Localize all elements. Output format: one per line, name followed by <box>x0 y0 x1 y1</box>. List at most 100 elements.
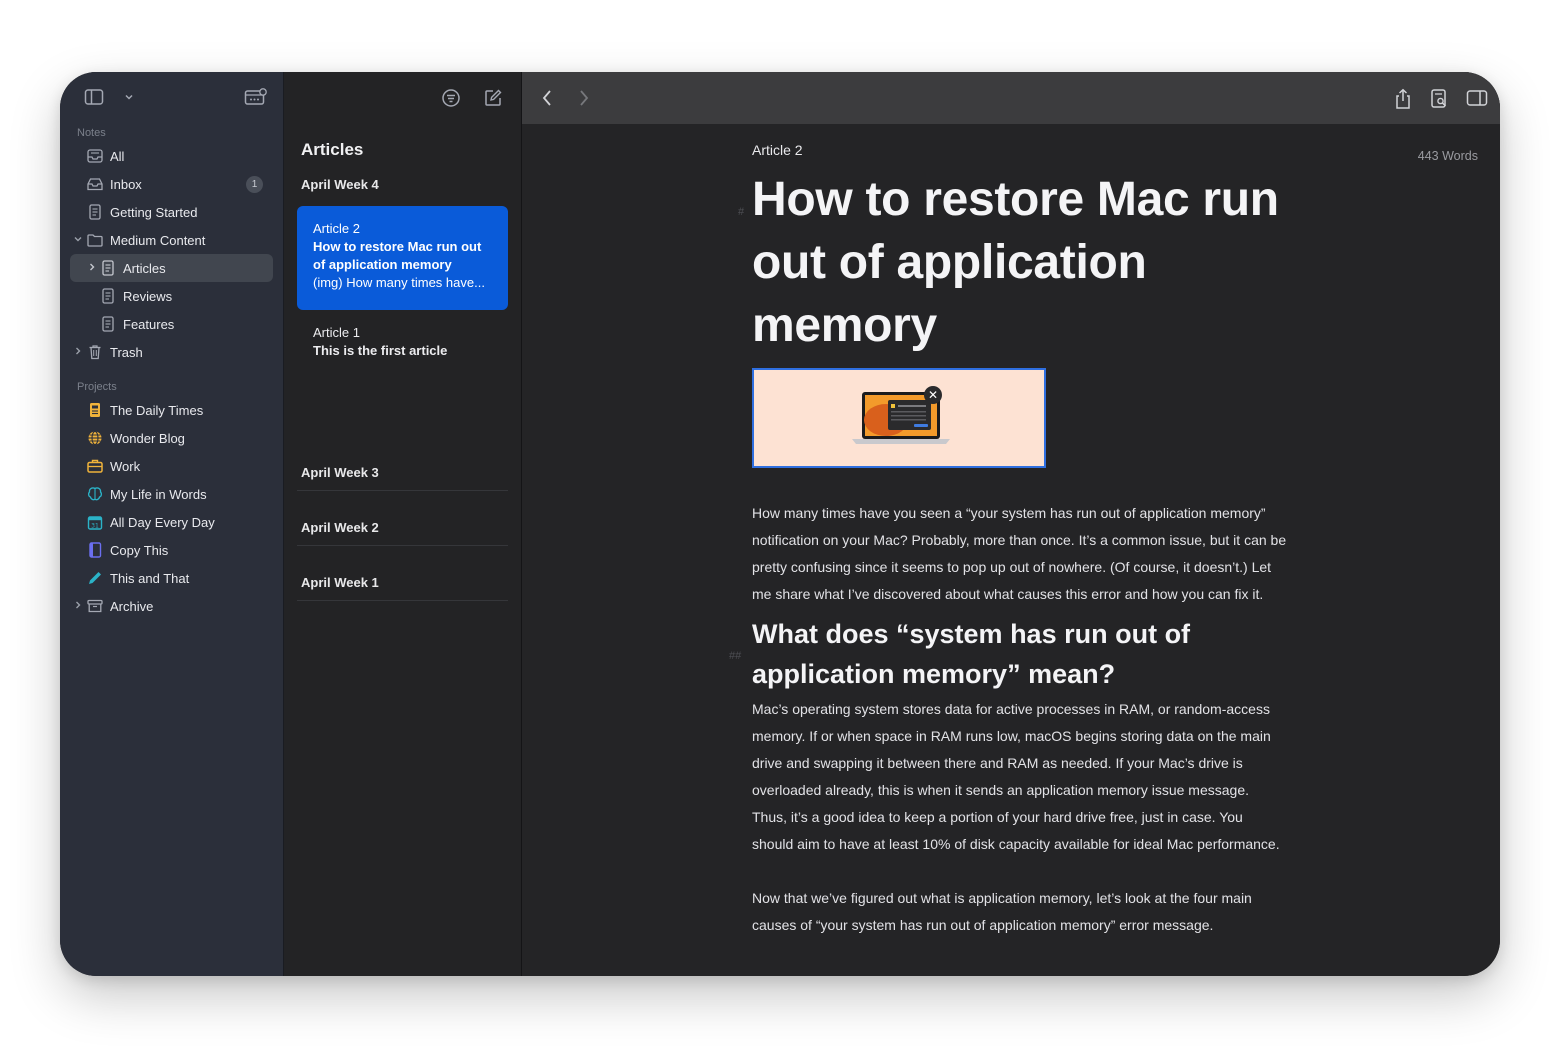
folder-icon <box>86 231 104 249</box>
note-card-article-2[interactable]: Article 2 How to restore Mac run out of … <box>297 206 508 310</box>
archive-box-icon <box>86 597 104 615</box>
document-icon <box>99 259 117 277</box>
sidebar-item-label: Copy This <box>110 542 169 558</box>
briefcase-icon <box>86 457 104 475</box>
note-subtitle: How to restore Mac run out of applicatio… <box>313 239 482 272</box>
note-breadcrumb: Article 2 <box>752 142 803 158</box>
sidebar-item-label: Wonder Blog <box>110 430 185 446</box>
group-header-april-week-2[interactable]: April Week 2 <box>297 491 508 546</box>
editor: 443 Words # ## Article 2 How to restore … <box>522 72 1500 976</box>
document-icon <box>99 287 117 305</box>
document-icon <box>99 315 117 333</box>
sidebar-item-label: All <box>110 148 125 164</box>
chevron-right-icon[interactable] <box>73 346 83 359</box>
group-label: April Week 2 <box>301 520 379 535</box>
inbox-count-badge: 1 <box>246 175 263 193</box>
sidebar-item-label: All Day Every Day <box>110 514 215 530</box>
group-header-april-week-1[interactable]: April Week 1 <box>297 546 508 601</box>
group-label: April Week 1 <box>301 575 379 590</box>
svg-text:31: 31 <box>91 522 99 529</box>
chevron-down-icon[interactable] <box>73 234 83 247</box>
note-preview: (img) How many times have... <box>313 275 485 290</box>
sidebar-item-all-day-every-day[interactable]: 31 All Day Every Day <box>70 508 273 536</box>
editor-toolbar <box>522 72 1500 124</box>
note-heading-2: What does “system has run out of applica… <box>752 619 1191 689</box>
chevron-right-icon[interactable] <box>87 262 97 275</box>
sidebar-item-articles[interactable]: Articles <box>70 254 273 282</box>
sidebar-item-all[interactable]: All <box>70 142 273 170</box>
sidebar-item-inbox[interactable]: Inbox 1 <box>70 170 273 198</box>
inbox-icon <box>86 175 104 193</box>
sidebar-item-trash[interactable]: Trash <box>70 338 273 366</box>
close-icon[interactable]: ✕ <box>924 386 942 404</box>
newspaper-icon <box>86 401 104 419</box>
sidebar-item-features[interactable]: Features <box>70 310 273 338</box>
filter-icon[interactable] <box>441 88 461 113</box>
note-title: Article 1 <box>313 325 360 340</box>
projects-section-label: Projects <box>77 381 117 393</box>
sidebar-item-label: Inbox <box>110 176 142 192</box>
trash-icon <box>86 343 104 361</box>
tray-icon <box>86 147 104 165</box>
sidebar-item-reviews[interactable]: Reviews <box>70 282 273 310</box>
sidebar-item-label: This and That <box>110 570 190 586</box>
sidebar-item-label: Archive <box>110 598 154 614</box>
share-icon[interactable] <box>1394 88 1412 115</box>
sidebar-item-label: Features <box>123 316 175 332</box>
sidebar-item-label: Articles <box>123 260 166 276</box>
notes-section-label: Notes <box>77 127 106 139</box>
globe-icon <box>86 429 104 447</box>
chevron-down-icon[interactable] <box>123 90 135 108</box>
note-list-toolbar <box>284 72 521 124</box>
heading-2-marker: ## <box>729 650 742 662</box>
document-search-icon[interactable] <box>1430 88 1448 115</box>
sidebar-item-label: Work <box>110 458 141 474</box>
word-count: 443 Words <box>1417 149 1478 163</box>
paragraph-2: Mac’s operating system stores data for a… <box>752 701 1280 852</box>
paragraph-1: How many times have you seen a “your sys… <box>752 505 1287 602</box>
heading-1-marker: # <box>738 206 745 218</box>
sidebar-item-label: Trash <box>110 344 143 360</box>
sidebar-item-wonder-blog[interactable]: Wonder Blog <box>70 424 273 452</box>
notebook-icon <box>86 541 104 559</box>
sidebar-item-label: Getting Started <box>110 204 198 220</box>
forward-chevron-icon[interactable] <box>577 88 591 113</box>
sidebar-item-getting-started[interactable]: Getting Started <box>70 198 273 226</box>
new-folder-icon[interactable] <box>244 88 268 111</box>
note-list: Articles April Week 4 Article 2 How to r… <box>284 72 522 976</box>
note-subtitle: This is the first article <box>313 343 448 358</box>
note-card-article-1[interactable]: Article 1 This is the first article <box>297 310 508 422</box>
editor-content[interactable]: Article 2 How to restore Mac run out of … <box>752 142 1287 939</box>
calendar-icon: 31 <box>86 513 104 531</box>
paragraph-3: Now that we’ve figured out what is appli… <box>752 890 1252 933</box>
brain-icon <box>86 485 104 503</box>
embedded-image[interactable]: ✕ <box>752 368 1046 468</box>
sidebar-item-label: My Life in Words <box>110 486 207 502</box>
group-header-april-week-3[interactable]: April Week 3 <box>297 436 508 491</box>
sidebar-item-label: The Daily Times <box>110 402 204 418</box>
sidebar-item-work[interactable]: Work <box>70 452 273 480</box>
back-chevron-icon[interactable] <box>540 88 554 113</box>
sidebar: Notes All Inbox 1 Getting Started Medium… <box>60 72 284 976</box>
sidebar-item-this-and-that[interactable]: This and That <box>70 564 273 592</box>
note-heading-1: How to restore Mac run out of applicatio… <box>752 173 1279 352</box>
app-window: Notes All Inbox 1 Getting Started Medium… <box>60 72 1500 976</box>
chevron-right-icon[interactable] <box>73 600 83 613</box>
sidebar-toggle-icon[interactable] <box>84 88 104 111</box>
sidebar-item-label: Medium Content <box>110 232 206 248</box>
macbook-illustration <box>852 392 950 444</box>
compose-icon[interactable] <box>483 88 503 113</box>
inspector-panel-icon[interactable] <box>1466 88 1488 113</box>
group-label: April Week 3 <box>301 465 379 480</box>
sidebar-item-label: Reviews <box>123 288 173 304</box>
sidebar-item-copy-this[interactable]: Copy This <box>70 536 273 564</box>
group-header-april-week-4[interactable]: April Week 4 <box>284 174 521 196</box>
sidebar-item-my-life-in-words[interactable]: My Life in Words <box>70 480 273 508</box>
sidebar-item-medium-content[interactable]: Medium Content <box>70 226 273 254</box>
sidebar-toolbar <box>60 72 283 124</box>
note-title: Article 2 <box>313 221 360 236</box>
sidebar-item-archive[interactable]: Archive <box>70 592 273 620</box>
document-icon <box>86 203 104 221</box>
sidebar-item-the-daily-times[interactable]: The Daily Times <box>70 396 273 424</box>
note-list-title: Articles <box>301 140 364 159</box>
